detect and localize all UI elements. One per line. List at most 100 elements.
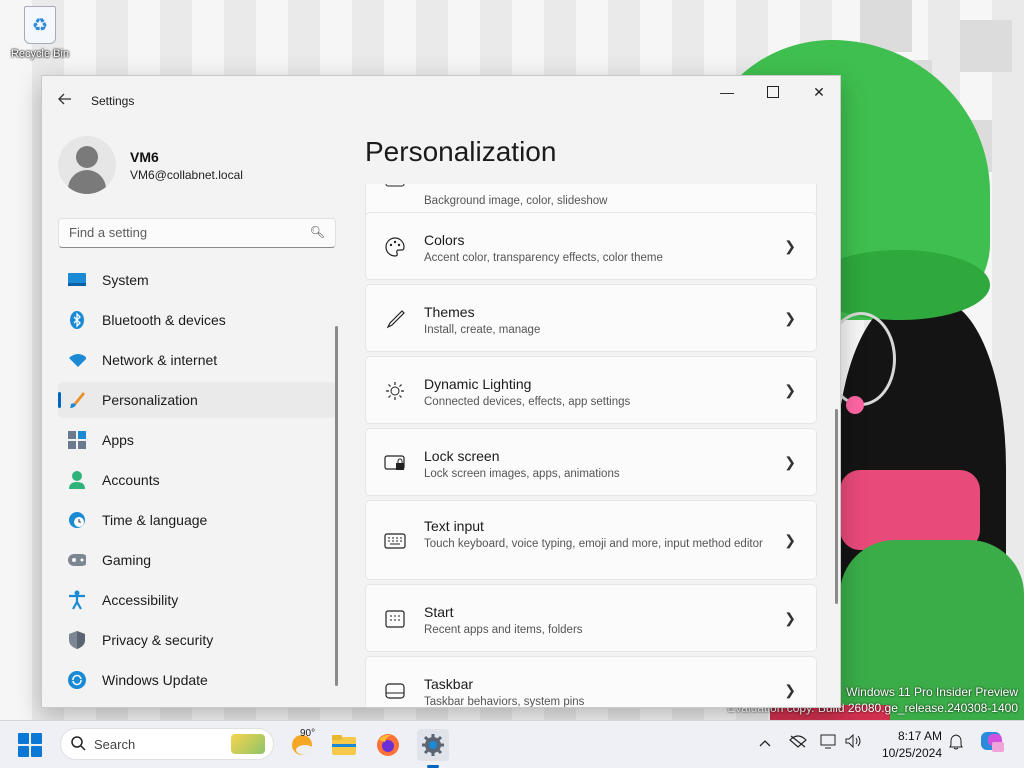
sidebar-item-network[interactable]: Network & internet xyxy=(58,342,336,378)
setting-card-desc: Connected devices, effects, app settings xyxy=(424,396,631,408)
setting-card-title: Lock screen xyxy=(424,448,500,464)
setting-card-lock-screen[interactable]: Lock screen Lock screen images, apps, an… xyxy=(365,428,817,496)
setting-card-colors[interactable]: Colors Accent color, transparency effect… xyxy=(365,212,817,280)
settings-list: Background image, color, slideshow Color… xyxy=(365,184,817,708)
sidebar-item-windows-update[interactable]: Windows Update xyxy=(58,662,336,698)
sidebar-item-personalization[interactable]: Personalization xyxy=(58,382,336,418)
sidebar-item-accessibility[interactable]: Accessibility xyxy=(58,582,336,618)
background-icon xyxy=(384,184,406,191)
volume-icon[interactable] xyxy=(845,733,863,751)
setting-card-taskbar[interactable]: Taskbar Taskbar behaviors, system pins ❯ xyxy=(365,656,817,708)
sidebar-item-privacy[interactable]: Privacy & security xyxy=(58,622,336,658)
taskbar-icon xyxy=(384,680,406,702)
user-profile[interactable]: VM6 VM6@collabnet.local xyxy=(58,134,358,194)
taskbar-search-label: Search xyxy=(94,737,136,752)
setting-card-title: Start xyxy=(424,604,454,620)
start-button[interactable] xyxy=(18,733,42,757)
firefox-icon xyxy=(377,734,399,756)
page-title: Personalization xyxy=(365,136,557,167)
wallpaper-figure-nose xyxy=(846,396,864,414)
clock-time[interactable]: 8:17 AM xyxy=(880,729,942,743)
apps-icon xyxy=(68,431,86,449)
search-icon[interactable]: 🔍︎ xyxy=(310,225,325,239)
taskbar-search[interactable]: Search xyxy=(60,728,274,760)
minimize-button[interactable]: — xyxy=(704,76,750,108)
maximize-button[interactable] xyxy=(750,76,796,108)
sidebar-item-label: Windows Update xyxy=(102,672,208,688)
setting-card-start[interactable]: Start Recent apps and items, folders ❯ xyxy=(365,584,817,652)
windows-logo-icon xyxy=(18,733,29,744)
keyboard-icon xyxy=(384,530,406,552)
chevron-right-icon: ❯ xyxy=(784,238,796,254)
user-name: VM6 xyxy=(130,149,159,165)
setting-card-title: Taskbar xyxy=(424,676,474,692)
back-button[interactable] xyxy=(54,88,76,110)
update-icon xyxy=(68,671,86,689)
sidebar-item-bluetooth[interactable]: Bluetooth & devices xyxy=(58,302,336,338)
recycle-bin-icon: ♻ xyxy=(24,6,56,44)
accessibility-icon xyxy=(68,590,86,610)
setting-card-title: Dynamic Lighting xyxy=(424,376,532,392)
display-icon[interactable] xyxy=(820,734,838,753)
sidebar-item-apps[interactable]: Apps xyxy=(58,422,336,458)
search-icon xyxy=(70,735,86,754)
close-button[interactable]: ✕ xyxy=(796,76,840,108)
notification-bell-icon[interactable] xyxy=(949,734,963,753)
taskbar-settings[interactable] xyxy=(417,729,449,761)
chevron-right-icon: ❯ xyxy=(784,682,796,698)
recycle-bin[interactable]: ♻ Recycle Bin xyxy=(6,6,74,60)
pen-icon xyxy=(384,308,406,330)
network-offline-icon[interactable] xyxy=(789,734,807,751)
sidebar-item-accounts[interactable]: Accounts xyxy=(58,462,336,498)
bluetooth-icon xyxy=(68,311,86,329)
chevron-right-icon: ❯ xyxy=(784,610,796,626)
settings-search: 🔍︎ xyxy=(58,218,336,248)
sidebar-item-label: Personalization xyxy=(102,392,198,408)
gear-icon xyxy=(422,734,444,756)
maximize-icon xyxy=(767,86,779,98)
taskbar-firefox[interactable] xyxy=(372,729,404,761)
wifi-icon xyxy=(68,351,86,369)
taskbar-file-explorer[interactable] xyxy=(328,729,360,761)
sidebar-item-label: Accounts xyxy=(102,472,160,488)
window-title: Settings xyxy=(91,94,135,108)
minimize-icon: — xyxy=(720,84,734,100)
sidebar-item-label: Gaming xyxy=(102,552,152,568)
sidebar-item-label: Bluetooth & devices xyxy=(102,312,226,328)
title-bar: Settings — ✕ xyxy=(42,76,840,124)
setting-card-themes[interactable]: Themes Install, create, manage ❯ xyxy=(365,284,817,352)
setting-card-title: Text input xyxy=(424,518,484,534)
avatar xyxy=(58,136,116,194)
setting-card-title: Themes xyxy=(424,304,475,320)
sidebar-item-label: Apps xyxy=(102,432,134,448)
setting-card-desc: Background image, color, slideshow xyxy=(424,195,608,207)
search-input[interactable] xyxy=(69,225,299,240)
lighting-icon xyxy=(384,380,406,402)
weather-temperature: 90° xyxy=(300,728,316,739)
setting-card-desc: Taskbar behaviors, system pins xyxy=(424,696,585,708)
search-highlight-icon xyxy=(231,734,265,754)
sidebar-scrollbar[interactable] xyxy=(335,326,338,686)
user-email: VM6@collabnet.local xyxy=(130,168,243,182)
clock-globe-icon xyxy=(68,511,86,529)
wallpaper-tile xyxy=(960,20,1012,72)
copilot-icon[interactable] xyxy=(980,731,1004,756)
settings-window: Settings — ✕ VM6 VM6@collabnet.local 🔍︎ … xyxy=(41,75,841,708)
sidebar-item-system[interactable]: System xyxy=(58,262,336,298)
sidebar-item-label: Privacy & security xyxy=(102,632,214,648)
sidebar-item-time-language[interactable]: Time & language xyxy=(58,502,336,538)
content-scrollbar[interactable] xyxy=(835,409,838,604)
setting-card-desc: Accent color, transparency effects, colo… xyxy=(424,252,663,264)
wallpaper-figure-scarf xyxy=(840,470,980,550)
gamepad-icon xyxy=(68,551,86,569)
setting-card-dynamic-lighting[interactable]: Dynamic Lighting Connected devices, effe… xyxy=(365,356,817,424)
clock-date[interactable]: 10/25/2024 xyxy=(876,746,942,760)
sidebar-item-gaming[interactable]: Gaming xyxy=(58,542,336,578)
system-icon xyxy=(68,271,86,289)
taskbar: Search xyxy=(0,720,1024,768)
chevron-right-icon: ❯ xyxy=(784,454,796,470)
setting-card-desc: Lock screen images, apps, animations xyxy=(424,468,620,480)
setting-card-text-input[interactable]: Text input Touch keyboard, voice typing,… xyxy=(365,500,817,580)
chevron-up-icon[interactable] xyxy=(759,734,771,750)
setting-card-desc: Touch keyboard, voice typing, emoji and … xyxy=(424,538,763,550)
